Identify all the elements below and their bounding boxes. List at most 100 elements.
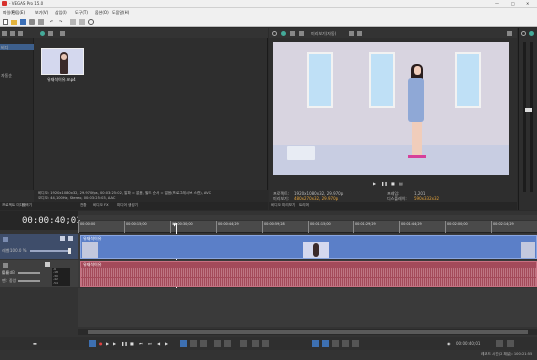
video-track-expand-icon[interactable] [3, 237, 8, 242]
preview-settings-icon[interactable] [272, 31, 277, 36]
auto-ripple-icon[interactable] [322, 340, 329, 347]
save-icon[interactable] [20, 19, 26, 25]
settings-gear-icon[interactable] [88, 19, 94, 25]
menu-tools[interactable]: 도구(T) [75, 10, 88, 15]
ignore-grouping-icon[interactable] [352, 340, 359, 347]
zoom-out-icon[interactable]: ▬ [33, 341, 37, 346]
media-fx-icon[interactable] [40, 31, 45, 36]
audio-clip[interactable]: 유재석이유 [80, 261, 537, 287]
get-media-icon[interactable] [18, 31, 23, 36]
record-icon[interactable]: ● [99, 341, 103, 346]
preview-play-icon[interactable]: ▶ [373, 181, 376, 186]
record-time-status: 레코드 시간(2 채널): 100:21:55 [481, 352, 533, 356]
timeline-scrollbar[interactable] [78, 329, 537, 335]
ruler-tick [308, 221, 309, 233]
audio-volume-slider[interactable] [18, 272, 40, 274]
video-track-mute-icon[interactable] [60, 236, 65, 241]
region-icon[interactable] [262, 340, 269, 347]
close-button[interactable]: ✕ [526, 1, 529, 6]
go-to-start-icon[interactable]: ⏮ [139, 341, 143, 346]
menu-insert[interactable]: 삽입(I) [55, 10, 67, 15]
copy-snapshot-icon[interactable] [357, 31, 362, 36]
go-to-end-icon[interactable]: ⏭ [148, 341, 152, 346]
open-folder-icon[interactable] [11, 20, 17, 25]
new-project-icon[interactable] [3, 19, 8, 25]
empty-track-space[interactable] [78, 288, 537, 327]
playhead-handle-icon[interactable]: ▼ [173, 222, 176, 227]
preview-menu-icon[interactable] [507, 31, 512, 36]
menu-edit[interactable]: 편집(E) [12, 10, 25, 15]
tab-media-generators[interactable]: 미디어 생성기 [117, 203, 138, 208]
render-icon[interactable] [29, 19, 35, 25]
stop-icon[interactable]: ■ [130, 341, 134, 346]
maximize-button[interactable]: □ [511, 1, 515, 6]
media-properties-icon[interactable] [48, 31, 53, 36]
play-from-start-icon[interactable]: ▶ [106, 341, 109, 346]
tab-trimmer[interactable]: 트리머 [299, 203, 309, 208]
marker-icon[interactable] [252, 340, 259, 347]
snapshot-icon[interactable] [349, 31, 354, 36]
tab-video-fx[interactable]: 비디오 FX [93, 203, 109, 208]
redo-icon[interactable]: ↷ [59, 19, 62, 24]
capture-icon[interactable] [10, 31, 15, 36]
trim-icon[interactable] [224, 340, 231, 347]
preview-stop-icon[interactable]: ■ [391, 181, 395, 186]
preview-menu-dropdown-icon[interactable]: ▤ [399, 181, 403, 186]
bin-label-video[interactable]: 비디 [1, 45, 8, 50]
views-icon[interactable] [60, 31, 65, 36]
split-icon[interactable] [214, 340, 221, 347]
video-track-solo-icon[interactable] [68, 236, 73, 241]
tab-explorer[interactable]: 탐색기 [22, 203, 32, 208]
explorer-tabs: 프로젝트 미디어 탐색기 전환 비디오 FX 미디어 생성기 [0, 202, 268, 210]
selection-length-icon[interactable] [507, 340, 514, 347]
ripple-icon[interactable] [79, 19, 85, 25]
import-media-icon[interactable] [2, 31, 7, 36]
audio-track-mute-icon[interactable] [45, 262, 50, 267]
audio-track-expand-icon[interactable] [3, 263, 8, 268]
loop-icon[interactable] [89, 340, 96, 347]
snap-toggle-icon[interactable] [312, 340, 319, 347]
crossfade-icon[interactable] [332, 340, 339, 347]
pause-icon[interactable]: ❚❚ [121, 341, 128, 346]
preview-quality-select[interactable]: 미리보기(자동) [311, 31, 336, 36]
audio-pan-slider[interactable] [18, 280, 40, 282]
properties-icon[interactable] [38, 19, 44, 25]
media-info-audio: 오디오: 44,100Hz, Stereo, 00:03:25:03, AAC [38, 196, 116, 200]
undo-icon[interactable]: ↶ [50, 19, 53, 24]
normal-edit-tool-icon[interactable] [180, 340, 187, 347]
menu-view[interactable]: 보기(V) [35, 10, 48, 15]
timecode-settings-icon[interactable] [496, 340, 503, 347]
prev-frame-icon[interactable]: ◀ [157, 341, 160, 346]
tab-transitions[interactable]: 전환 [80, 203, 87, 208]
selection-tool-icon[interactable] [200, 340, 207, 347]
minimize-button[interactable]: — [495, 1, 499, 6]
master-fader[interactable] [525, 108, 532, 112]
master-fx-icon[interactable] [529, 31, 534, 36]
lock-icon[interactable] [240, 340, 247, 347]
video-clip[interactable]: 유재석이유 [80, 235, 537, 259]
overlays-icon[interactable] [299, 31, 304, 36]
lock-envelopes-icon[interactable] [342, 340, 349, 347]
next-frame-icon[interactable]: ▶ [165, 341, 168, 346]
video-level-thumb[interactable] [68, 248, 71, 254]
tab-video-preview[interactable]: 비디오 미리보기 [271, 203, 295, 208]
menu-help[interactable]: 도움말(H) [112, 10, 129, 15]
timeline-ruler[interactable]: 00:00:00 00:00:15;00 00:00:30;00 00:00:44;2… [78, 221, 537, 233]
ruler-label: 00:00:44;29 [218, 222, 239, 226]
preview-fx-icon[interactable] [281, 31, 286, 36]
media-thumbnail[interactable] [41, 48, 84, 75]
envelope-tool-icon[interactable] [190, 340, 197, 347]
project-media-panel: 비디 자동순 유재석이유.mp4 비디오: 1920x1080x32, 29.9… [0, 28, 268, 210]
menu-options[interactable]: 옵션(O) [95, 10, 109, 15]
master-settings-icon[interactable] [521, 31, 526, 36]
timeline-scrollbar-thumb[interactable] [88, 330, 528, 334]
split-screen-icon[interactable] [290, 31, 295, 36]
loop-region-bar[interactable] [78, 215, 537, 220]
audio-track-header: 볼륨: 0.0 dB 팬: 중앙 -6 -18 -30 -42 -54 [0, 260, 78, 287]
snapping-icon[interactable] [70, 19, 76, 25]
video-level-slider[interactable] [30, 250, 70, 252]
play-icon[interactable]: ▶ [113, 341, 116, 346]
preview-pause-icon[interactable]: ❚❚ [381, 181, 388, 186]
bin-label-auto[interactable]: 자동순 [1, 73, 12, 78]
timeline-area: 00:00:40;01 00:00:00 00:00:15;00 00:00:30;… [0, 211, 537, 360]
